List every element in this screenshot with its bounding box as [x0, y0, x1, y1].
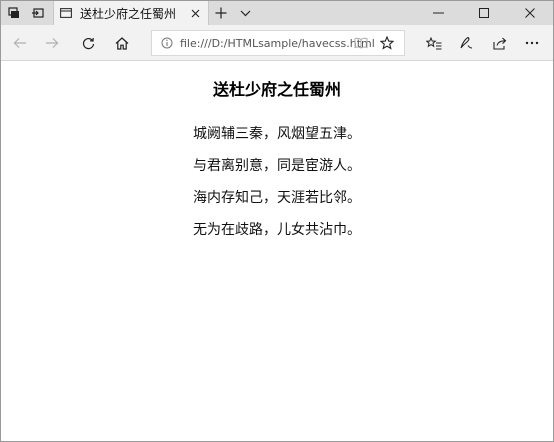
refresh-button[interactable] — [73, 25, 103, 61]
window-close-button[interactable] — [507, 1, 553, 25]
maximize-icon — [479, 8, 489, 18]
forward-button[interactable] — [37, 25, 67, 61]
home-button[interactable] — [107, 25, 137, 61]
close-icon — [525, 8, 535, 18]
browser-window: 送杜少府之任蜀州 file:///D:/HTMLsample/havecss.h… — [0, 0, 554, 442]
more-icon — [525, 41, 539, 45]
tab-bar: 送杜少府之任蜀州 — [1, 1, 553, 25]
info-icon[interactable] — [156, 31, 178, 55]
minimize-icon — [432, 12, 444, 14]
more-button[interactable] — [517, 25, 547, 61]
star-icon[interactable] — [378, 31, 396, 55]
address-bar[interactable]: file:///D:/HTMLsample/havecss.html — [151, 30, 405, 56]
notes-button[interactable] — [451, 25, 481, 61]
address-url[interactable]: file:///D:/HTMLsample/havecss.html — [180, 37, 375, 50]
page-content: 送杜少府之任蜀州 城阙辅三秦，风烟望五津。 与君离别意，同是宦游人。 海内存知己… — [1, 62, 553, 441]
pen-icon — [460, 36, 473, 49]
arrow-left-icon — [13, 38, 26, 48]
poem-line: 海内存知己，天涯若比邻。 — [193, 190, 361, 206]
maximize-button[interactable] — [461, 1, 507, 25]
active-tab[interactable]: 送杜少府之任蜀州 — [53, 1, 209, 25]
favorites-list-icon — [426, 36, 442, 50]
set-aside-tabs-icon[interactable] — [27, 1, 49, 25]
plus-icon — [215, 7, 227, 19]
refresh-icon — [82, 37, 94, 49]
share-button[interactable] — [485, 25, 515, 61]
favorites-hub-button[interactable] — [419, 25, 449, 61]
tab-actions-icon[interactable] — [3, 1, 25, 25]
chevron-down-icon — [240, 10, 250, 16]
close-icon[interactable] — [188, 1, 202, 25]
navigation-bar: file:///D:/HTMLsample/havecss.html — [1, 25, 553, 61]
minimize-button[interactable] — [415, 1, 461, 25]
poem-line: 与君离别意，同是宦游人。 — [193, 158, 361, 174]
tab-preview-button[interactable] — [233, 1, 257, 25]
new-tab-button[interactable] — [209, 1, 233, 25]
back-button[interactable] — [5, 25, 35, 61]
page-icon — [58, 1, 74, 25]
home-icon — [115, 36, 129, 50]
book-icon[interactable] — [352, 31, 370, 55]
share-icon — [492, 37, 506, 50]
page-title: 送杜少府之任蜀州 — [212, 80, 341, 99]
poem-line: 无为在歧路，儿女共沾巾。 — [193, 222, 361, 238]
poem-line: 城阙辅三秦，风烟望五津。 — [193, 126, 361, 142]
arrow-right-icon — [46, 38, 59, 48]
tab-title: 送杜少府之任蜀州 — [80, 6, 177, 21]
